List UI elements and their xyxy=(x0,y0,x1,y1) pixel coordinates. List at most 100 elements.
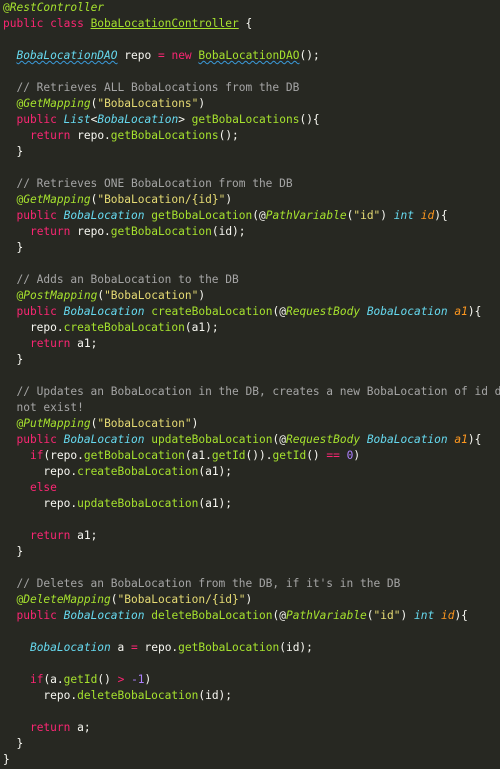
code-token: GetMapping xyxy=(23,97,91,110)
code-token: -1 xyxy=(131,673,145,686)
code-line[interactable]: return repo.getBobaLocations(); xyxy=(3,128,239,144)
code-line[interactable]: public BobaLocation createBobaLocation(@… xyxy=(3,304,481,320)
code-token: } xyxy=(3,145,24,158)
code-token: return xyxy=(29,721,71,734)
code-line[interactable]: } xyxy=(3,352,23,368)
code-line[interactable]: // Retrieves ALL BobaLocations from the … xyxy=(3,80,299,96)
code-line[interactable]: public List<BobaLocation> getBobaLocatio… xyxy=(3,112,319,128)
code-token: BobaLocation xyxy=(63,609,145,622)
code-line[interactable]: // Retrieves ONE BobaLocation from the D… xyxy=(3,176,292,192)
code-token: GetMapping xyxy=(23,193,91,206)
code-line[interactable]: // Deletes an BobaLocation from the DB, … xyxy=(3,576,400,592)
code-token: ) xyxy=(225,193,233,206)
code-token: RestController xyxy=(9,1,105,14)
code-token: ) xyxy=(198,289,206,302)
code-token: (a1); xyxy=(184,321,219,334)
code-token: deleteBobaLocation xyxy=(151,609,273,622)
code-line[interactable]: public class BobaLocationController { xyxy=(3,16,252,32)
code-token: BobaLocation xyxy=(63,209,145,222)
code-token: ) xyxy=(198,97,206,110)
code-line[interactable]: public BobaLocation getBobaLocation(@Pat… xyxy=(3,208,447,224)
code-token: getBobaLocation xyxy=(151,209,253,222)
code-line[interactable]: @PutMapping("BobaLocation") xyxy=(3,416,198,432)
code-token: @ xyxy=(3,193,24,206)
code-line[interactable]: return a1; xyxy=(3,336,97,352)
code-token: int xyxy=(393,209,414,222)
code-token: return xyxy=(29,337,71,350)
code-line[interactable]: @GetMapping("BobaLocations") xyxy=(3,96,205,112)
code-line[interactable]: BobaLocation a = repo.getBobaLocation(id… xyxy=(3,640,313,656)
code-token: id xyxy=(420,209,435,222)
code-token: getBobaLocations xyxy=(110,129,219,142)
code-line[interactable]: public BobaLocation updateBobaLocation(@… xyxy=(3,432,481,448)
code-token: repo xyxy=(117,49,158,62)
code-token: a1 xyxy=(454,305,468,318)
code-token: repo. xyxy=(3,689,78,702)
code-line[interactable]: } xyxy=(3,240,23,256)
code-token: getBobaLocation xyxy=(110,225,212,238)
code-token: (a1); xyxy=(198,465,233,478)
code-token: = xyxy=(131,641,138,654)
code-line[interactable]: repo.createBobaLocation(a1); xyxy=(3,320,219,336)
code-token: RequestBody xyxy=(285,433,361,446)
code-line[interactable]: return a; xyxy=(3,720,91,736)
code-line[interactable]: return repo.getBobaLocation(id); xyxy=(3,224,246,240)
code-token: deleteBobaLocation xyxy=(77,689,199,702)
code-line[interactable]: @PostMapping("BobaLocation") xyxy=(3,288,205,304)
code-token: "BobaLocation" xyxy=(104,289,199,302)
code-line[interactable]: repo.createBobaLocation(a1); xyxy=(3,464,232,480)
code-line[interactable]: @GetMapping("BobaLocation/{id}") xyxy=(3,192,232,208)
code-token: getId xyxy=(272,449,307,462)
code-token: // Updates an BobaLocation in the DB, cr… xyxy=(3,385,500,398)
code-line[interactable]: not exist! xyxy=(3,400,84,416)
code-line[interactable]: if(a.getId() > -1) xyxy=(3,672,151,688)
code-token: public xyxy=(16,305,57,318)
code-token: (a. xyxy=(43,673,64,686)
code-line[interactable]: repo.deleteBobaLocation(id); xyxy=(3,688,232,704)
code-token: (); xyxy=(218,129,239,142)
code-line[interactable]: if(repo.getBobaLocation(a1.getId()).getI… xyxy=(3,448,360,464)
code-token: not exist! xyxy=(3,401,84,414)
code-token: "id" xyxy=(373,609,401,622)
code-token: (@ xyxy=(272,433,286,446)
code-line[interactable]: public BobaLocation deleteBobaLocation(@… xyxy=(3,608,467,624)
code-token: (a1. xyxy=(184,449,212,462)
code-token: updateBobaLocation xyxy=(151,433,273,446)
code-token: ) xyxy=(380,209,394,222)
code-line[interactable]: } xyxy=(3,752,10,768)
code-line[interactable]: } xyxy=(3,544,23,560)
code-token: a xyxy=(110,641,131,654)
code-line[interactable]: @DeleteMapping("BobaLocation/{id}") xyxy=(3,592,252,608)
code-token: == xyxy=(326,449,340,462)
code-line[interactable]: BobaLocationDAO repo = new BobaLocationD… xyxy=(3,48,319,64)
code-line[interactable]: } xyxy=(3,736,23,752)
code-token: a; xyxy=(70,721,91,734)
code-line[interactable]: repo.updateBobaLocation(a1); xyxy=(3,496,232,512)
code-line[interactable]: } xyxy=(3,144,23,160)
code-line[interactable]: return a1; xyxy=(3,528,97,544)
code-token: new xyxy=(171,49,192,62)
code-token: BobaLocation xyxy=(63,433,145,446)
code-token: repo. xyxy=(70,225,111,238)
code-line[interactable]: // Adds an BobaLocation to the DB xyxy=(3,272,238,288)
code-token: PathVariable xyxy=(265,209,347,222)
code-token: BobaLocationController xyxy=(90,17,239,30)
code-token: // Retrieves ALL BobaLocations from the … xyxy=(3,81,300,94)
code-token: @ xyxy=(3,1,10,14)
code-token: @ xyxy=(3,289,24,302)
code-editor[interactable]: @RestController public class BobaLocation… xyxy=(0,0,500,769)
code-token: BobaLocation xyxy=(29,641,111,654)
code-token: "BobaLocation/{id}" xyxy=(117,593,246,606)
code-token: // Deletes an BobaLocation from the DB, … xyxy=(3,577,401,590)
code-line[interactable]: else xyxy=(3,480,57,496)
code-line[interactable]: // Updates an BobaLocation in the DB, cr… xyxy=(3,384,500,400)
code-line[interactable]: @RestController xyxy=(3,0,104,16)
code-token: repo. xyxy=(3,321,64,334)
code-token: (id); xyxy=(279,641,313,654)
